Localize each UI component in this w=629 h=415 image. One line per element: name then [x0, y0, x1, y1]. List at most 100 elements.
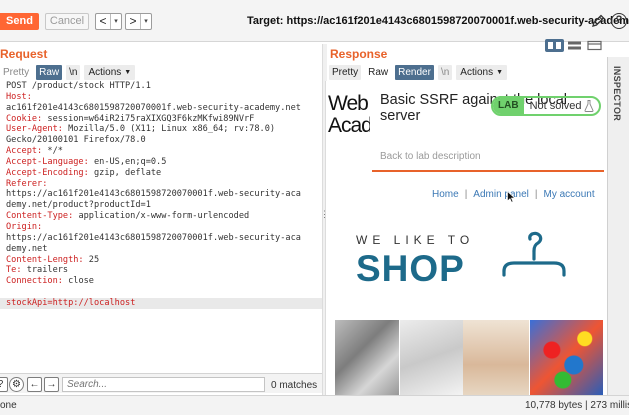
request-tab-newline[interactable]: \n	[66, 65, 81, 80]
send-button[interactable]: Send	[0, 13, 39, 30]
request-line: Host:	[0, 92, 322, 103]
lab-status: Not solved	[529, 100, 582, 112]
response-tab-newline[interactable]: \n	[437, 65, 453, 80]
flask-icon	[584, 100, 594, 112]
match-count: 0 matches	[271, 380, 318, 391]
status-bar: one 10,778 bytes | 273 millis	[0, 395, 629, 415]
top-toolbar: Send Cancel < ▾ > ▾ Target: https://ac16…	[0, 0, 629, 42]
header-value: POST /product/stock HTTP/1.1	[6, 81, 151, 91]
header-value: 25	[83, 254, 100, 265]
forward-dropdown[interactable]: ▾	[140, 14, 151, 29]
header-value: en-US,en;q=0.5	[88, 156, 167, 167]
header-value: Mozilla/5.0 (X11; Linux x86_64; rv:78.0)	[62, 124, 276, 135]
layout-rows-icon[interactable]	[565, 39, 584, 52]
back-to-lab-link[interactable]: Back to lab description	[380, 151, 481, 162]
nav-home-link[interactable]: Home	[432, 189, 459, 200]
header-name: Origin:	[6, 221, 43, 232]
forward-button[interactable]: >	[126, 14, 140, 29]
mouse-cursor-icon	[507, 191, 516, 203]
response-view-tabs: Pretty Raw Render \n Actions ▼	[329, 65, 508, 80]
request-tab-raw[interactable]: Raw	[36, 65, 63, 80]
header-name: Te:	[6, 265, 22, 276]
arrow-left-icon[interactable]: ←	[27, 377, 42, 392]
header-value: trailers	[21, 265, 69, 276]
header-name: Referer:	[6, 178, 48, 189]
arrow-right-icon[interactable]: →	[44, 377, 59, 392]
request-line: Accept-Encoding: gzip, deflate	[0, 168, 322, 179]
request-line: demy.net	[0, 244, 322, 255]
slogan-small: WE LIKE TO	[356, 233, 475, 247]
header-value: ac161f201e4143c6801598720070001f.web-sec…	[6, 102, 301, 113]
header-name: Host:	[6, 91, 32, 102]
search-input[interactable]	[62, 377, 265, 392]
request-line: Cookie: session=w64iR2i75raXIXGQ3F6kzMKf…	[0, 114, 322, 125]
question-icon[interactable]: ?	[0, 377, 8, 392]
forward-history-group: > ▾	[125, 13, 152, 30]
request-line: ac161f201e4143c6801598720070001f.web-sec…	[0, 103, 322, 114]
header-value: application/x-www-form-urlencoded	[73, 211, 250, 222]
response-tab-raw[interactable]: Raw	[365, 65, 391, 80]
header-value: gzip, deflate	[88, 167, 162, 178]
request-line: POST /product/stock HTTP/1.1	[0, 81, 322, 92]
product-image[interactable]	[400, 320, 463, 395]
header-value: session=w64iR2i75raXIXGQ3F6kzMKfwi89NVrF	[42, 113, 255, 124]
header-name: Accept-Encoding:	[6, 167, 89, 178]
header-value: https://ac161f201e4143c6801598720070001f…	[6, 232, 301, 243]
request-line: Referer:	[0, 179, 322, 190]
slogan-large: SHOP	[356, 248, 465, 289]
response-tab-pretty[interactable]: Pretty	[329, 65, 362, 80]
header-value: https://ac161f201e4143c6801598720070001f…	[6, 189, 301, 200]
product-image[interactable]	[463, 320, 529, 395]
nav-account-link[interactable]: My account	[544, 189, 595, 200]
request-actions-label: Actions	[88, 67, 122, 78]
back-button[interactable]: <	[96, 14, 110, 29]
request-line	[0, 287, 322, 298]
help-icon[interactable]: ?	[611, 13, 627, 29]
nav-separator: |	[534, 189, 538, 200]
response-tab-render[interactable]: Render	[395, 65, 434, 80]
response-stats: 10,778 bytes | 273 millis	[525, 400, 629, 411]
response-actions-menu[interactable]: Actions ▼	[456, 65, 508, 80]
back-dropdown[interactable]: ▾	[110, 14, 121, 29]
request-line: Gecko/20100101 Firefox/78.0	[0, 135, 322, 146]
body-param-name: stockApi	[6, 297, 48, 308]
response-title: Response	[330, 47, 388, 61]
product-image[interactable]	[335, 320, 399, 395]
request-view-tabs: Pretty Raw \n Actions ▼	[0, 65, 136, 80]
request-line: Content-Type: application/x-www-form-url…	[0, 211, 322, 222]
header-divider	[372, 170, 604, 172]
header-value: demy.net	[6, 243, 48, 254]
pencil-icon[interactable]	[591, 14, 605, 28]
product-image[interactable]	[530, 320, 603, 395]
hanger-icon	[502, 231, 566, 277]
request-line: demy.net/product?productId=1	[0, 200, 322, 211]
request-body-line[interactable]: stockApi=http://localhost	[0, 297, 322, 309]
request-line: Accept-Language: en-US,en;q=0.5	[0, 157, 322, 168]
header-name: Accept-Language:	[6, 156, 89, 167]
rendered-page: Web Acad Basic SSRF against the local se…	[325, 81, 604, 395]
request-line: Content-Length: 25	[0, 255, 322, 266]
status-text: one	[0, 400, 17, 411]
request-actions-menu[interactable]: Actions ▼	[84, 65, 136, 80]
target-url: Target: https://ac161f201e4143c680159872…	[247, 15, 629, 27]
settings-icon[interactable]: ⚙	[9, 377, 24, 392]
nav-admin-link[interactable]: Admin panel	[473, 189, 529, 200]
header-value: demy.net/product?productId=1	[6, 200, 151, 211]
layout-icon[interactable]	[545, 39, 564, 52]
body-param-value: =http://localhost	[47, 297, 136, 308]
request-line: https://ac161f201e4143c6801598720070001f…	[0, 233, 322, 244]
request-tab-pretty[interactable]: Pretty	[0, 65, 32, 80]
request-line: User-Agent: Mozilla/5.0 (X11; Linux x86_…	[0, 124, 322, 135]
layout-tabs-icon[interactable]	[585, 39, 604, 52]
cancel-button[interactable]: Cancel	[45, 13, 89, 30]
header-value: close	[62, 276, 94, 287]
header-name: Cookie:	[6, 113, 43, 124]
academy-logo: Web Acad	[328, 93, 370, 137]
request-line: Te: trailers	[0, 265, 322, 276]
chevron-down-icon: ▼	[124, 69, 132, 76]
header-value: Gecko/20100101 Firefox/78.0	[6, 135, 146, 146]
lab-tag: LAB	[493, 98, 524, 114]
header-name: User-Agent:	[6, 124, 63, 135]
request-editor[interactable]: POST /product/stock HTTP/1.1 Host: ac161f2…	[0, 81, 322, 372]
chevron-down-icon: ▼	[496, 69, 504, 76]
